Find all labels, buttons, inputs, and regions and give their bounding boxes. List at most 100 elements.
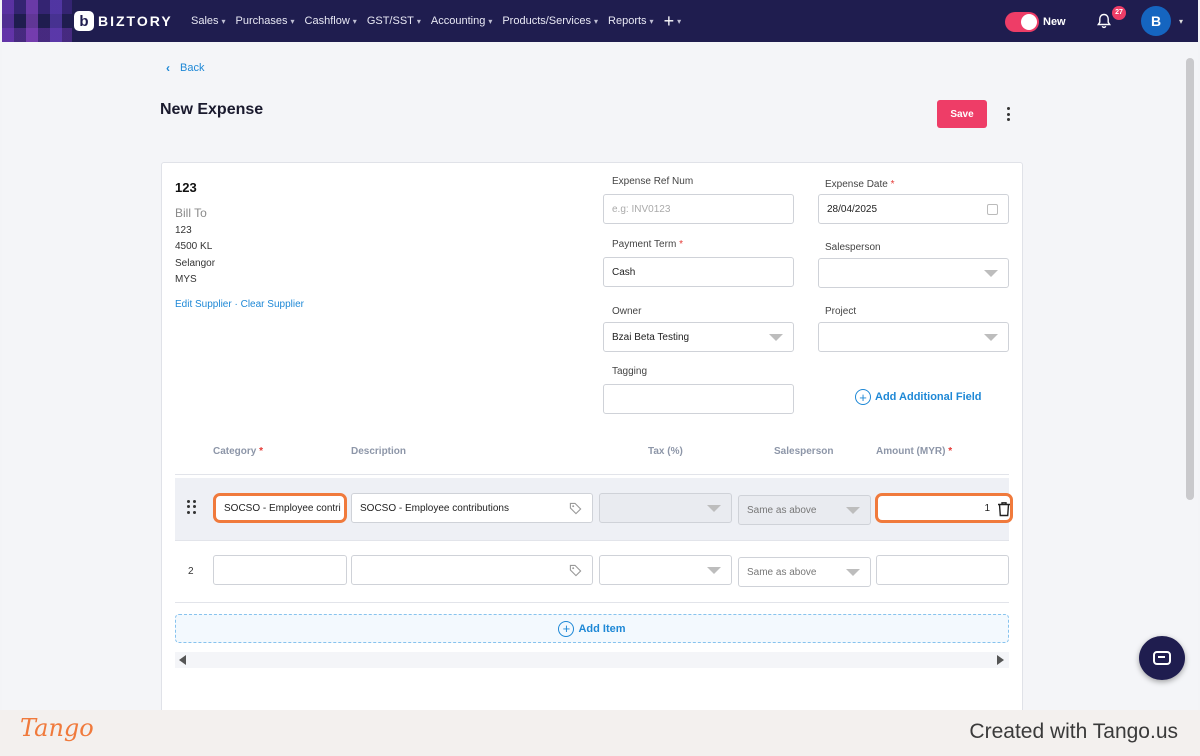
category-input[interactable] — [213, 555, 347, 585]
calendar-icon[interactable] — [987, 204, 998, 215]
nav-accounting-label: Accounting — [430, 15, 486, 27]
add-item-button[interactable]: + Add Item — [175, 614, 1009, 643]
trash-icon[interactable] — [997, 501, 1011, 517]
new-ui-toggle[interactable] — [1005, 12, 1039, 32]
tax-select[interactable] — [599, 555, 732, 585]
expense-ref-label: Expense Ref Num — [612, 176, 693, 187]
tagging-label-text: Tagging — [612, 366, 648, 377]
amount-input[interactable] — [876, 555, 1009, 585]
caret-down-icon — [984, 334, 998, 341]
row-divider — [175, 540, 1009, 541]
plus-circle-icon: + — [855, 389, 871, 405]
col-header-salesperson: Salesperson — [774, 446, 834, 457]
tango-logo: Tango — [20, 714, 94, 742]
salesperson-select[interactable] — [818, 258, 1009, 288]
chat-support-button[interactable] — [1139, 636, 1185, 680]
caret-down-icon — [984, 270, 998, 277]
vertical-scrollbar[interactable] — [1186, 58, 1194, 500]
bell-icon[interactable] — [1096, 13, 1112, 29]
add-additional-field-button[interactable]: + Add Additional Field — [855, 389, 982, 405]
expense-date-label-text: Expense Date — [825, 179, 888, 190]
tagging-input[interactable] — [603, 384, 794, 414]
brand-logo[interactable]: b BIZTORY — [74, 11, 173, 31]
toggle-label: New — [1043, 16, 1066, 28]
payment-term-input[interactable]: Cash — [603, 257, 794, 287]
nav-accounting[interactable]: Accounting ▾ — [431, 15, 492, 27]
address-line: Selangor — [175, 258, 216, 269]
bill-to-label: Bill To — [175, 206, 207, 220]
nav-purchases[interactable]: Purchases ▾ — [236, 15, 295, 27]
payment-term-value: Cash — [612, 266, 636, 278]
caret-down-icon — [846, 569, 860, 576]
nav-gst-sst[interactable]: GST/SST ▾ — [367, 15, 421, 27]
chat-icon — [1153, 651, 1171, 665]
description-input[interactable] — [351, 555, 593, 585]
salesperson-label-text: Salesperson — [825, 242, 881, 253]
more-options-icon[interactable] — [1003, 105, 1013, 123]
col-header-category-text: Category — [213, 446, 257, 457]
supplier-actions: Edit Supplier · Clear Supplier — [175, 299, 304, 310]
table-header-divider — [175, 474, 1009, 475]
payment-term-label: Payment Term * — [612, 239, 683, 250]
required-marker: * — [259, 446, 264, 457]
clear-supplier-link[interactable]: Clear Supplier — [241, 299, 304, 310]
owner-label-text: Owner — [612, 306, 642, 317]
category-input[interactable]: SOCSO - Employee contri — [213, 493, 347, 523]
description-value: SOCSO - Employee contributions — [360, 502, 509, 514]
tag-icon[interactable] — [569, 502, 582, 515]
nav-reports-label: Reports — [608, 15, 647, 27]
required-marker: * — [679, 239, 683, 250]
page-title: New Expense — [160, 101, 264, 118]
chevron-left-icon: ‹ — [166, 61, 170, 75]
chevron-down-icon: ▾ — [594, 16, 599, 26]
expense-ref-input[interactable]: e.g: INV0123 — [603, 194, 794, 224]
row-salesperson-select[interactable]: Same as above — [738, 557, 871, 587]
nav-reports[interactable]: Reports ▾ — [608, 15, 654, 27]
col-header-description: Description — [351, 446, 407, 457]
nav-cashflow[interactable]: Cashflow ▾ — [305, 15, 357, 27]
caret-down-icon — [846, 507, 860, 514]
back-link[interactable]: ‹ Back — [166, 61, 204, 75]
owner-label: Owner — [612, 306, 641, 317]
address-line: 123 — [175, 225, 192, 236]
caret-down-icon — [769, 334, 783, 341]
tagging-label: Tagging — [612, 366, 647, 377]
tax-select[interactable] — [599, 493, 732, 523]
back-label: Back — [180, 62, 205, 74]
scroll-left-icon[interactable] — [179, 655, 186, 665]
expense-date-label: Expense Date * — [825, 179, 895, 190]
expense-date-input[interactable]: 28/04/2025 — [818, 194, 1009, 224]
owner-select[interactable]: Bzai Beta Testing — [603, 322, 794, 352]
description-input[interactable]: SOCSO - Employee contributions — [351, 493, 593, 523]
edit-supplier-link[interactable]: Edit Supplier — [175, 299, 232, 310]
row-salesperson-select[interactable]: Same as above — [738, 495, 871, 525]
brand-mark-icon: b — [74, 11, 94, 31]
save-button[interactable]: Save — [937, 100, 987, 128]
nav-purchases-label: Purchases — [235, 15, 288, 27]
amount-input[interactable]: 1 — [875, 493, 1013, 523]
chevron-down-icon[interactable]: ▾ — [1179, 17, 1183, 26]
logo-pixel-art — [2, 0, 72, 42]
required-marker: * — [890, 179, 895, 190]
drag-handle-icon[interactable] — [187, 500, 197, 514]
nav-create-menu[interactable]: + ▾ — [664, 11, 682, 32]
project-select[interactable] — [818, 322, 1009, 352]
row-salesperson-value: Same as above — [747, 566, 817, 578]
row-salesperson-value: Same as above — [747, 504, 817, 516]
expense-ref-label-text: Expense Ref Num — [612, 176, 694, 187]
chevron-down-icon: ▾ — [488, 16, 493, 26]
chevron-down-icon: ▾ — [416, 16, 421, 26]
nav-gst-sst-label: GST/SST — [366, 15, 414, 27]
horizontal-scrollbar[interactable] — [175, 652, 1009, 668]
scroll-right-icon[interactable] — [997, 655, 1004, 665]
plus-icon: + — [663, 10, 675, 31]
required-marker: * — [948, 446, 953, 457]
link-separator: · — [234, 299, 238, 310]
user-avatar[interactable]: B — [1141, 6, 1171, 36]
nav-products-services[interactable]: Products/Services ▾ — [502, 15, 598, 27]
supplier-name: 123 — [175, 180, 197, 195]
category-value: SOCSO - Employee contri — [224, 502, 341, 514]
notification-badge: 27 — [1112, 6, 1126, 20]
nav-sales[interactable]: Sales ▾ — [191, 15, 226, 27]
tag-icon[interactable] — [569, 564, 582, 577]
